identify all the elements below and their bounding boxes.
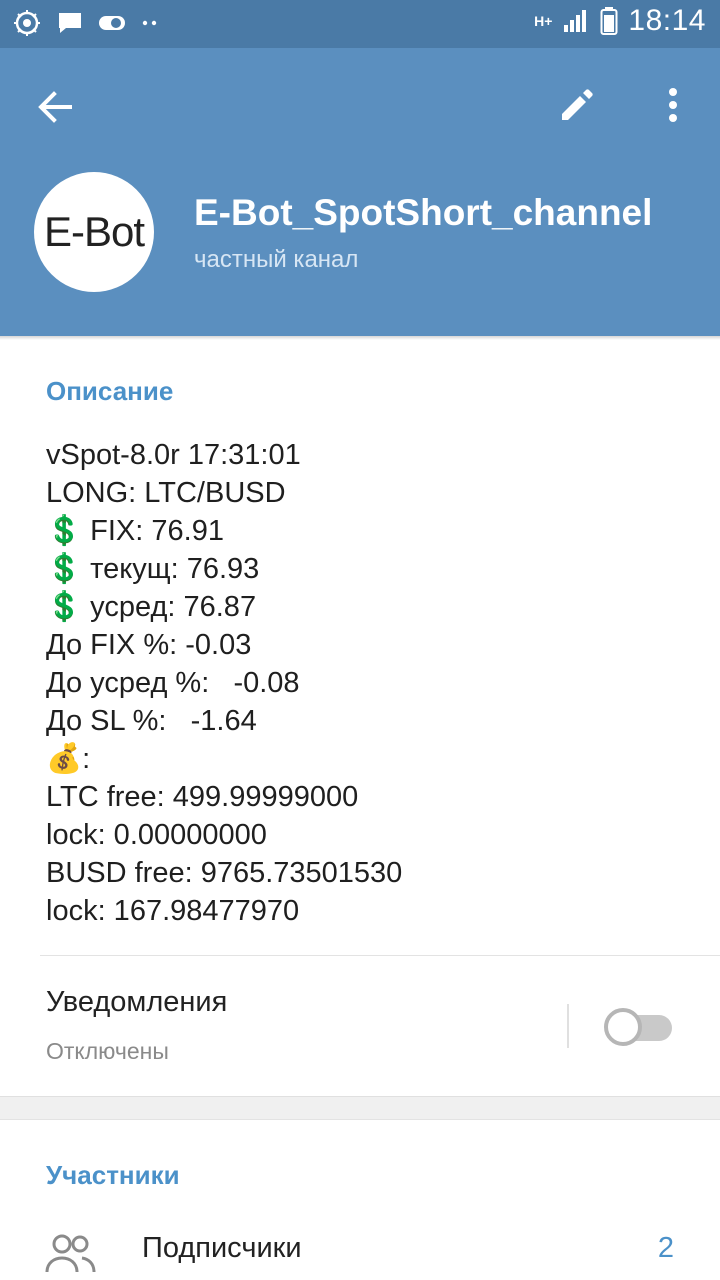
- description-line: До усред %: -0.08: [46, 667, 300, 699]
- more-options-button[interactable]: [648, 80, 698, 130]
- channel-type: частный канал: [194, 246, 359, 273]
- divider: [40, 955, 720, 956]
- vertical-separator: [567, 1004, 569, 1048]
- edit-button[interactable]: [552, 80, 602, 130]
- more-notifications-icon: [142, 20, 157, 26]
- clock: 18:14: [628, 4, 706, 37]
- group-icon: [45, 1234, 96, 1273]
- section-gap: [0, 1096, 720, 1120]
- description-line: lock: 0.00000000: [46, 819, 267, 851]
- header-shadow: [0, 336, 720, 340]
- description-line: До FIX %: -0.03: [46, 629, 252, 661]
- description-line: 💲 текущ: 76.93: [46, 553, 260, 585]
- app-notification-icon: [14, 10, 40, 36]
- description-line: 💰:: [46, 743, 91, 775]
- channel-avatar[interactable]: E-Bot: [34, 172, 154, 292]
- description-line: LTC free: 499.99999000: [46, 781, 359, 813]
- description-line: До SL %: -1.64: [46, 705, 257, 737]
- battery-icon: [600, 7, 618, 35]
- description-line: vSpot-8.0r 17:31:01: [46, 439, 301, 471]
- members-section-title: Участники: [46, 1160, 180, 1190]
- message-icon: [59, 13, 81, 33]
- signal-icon: [564, 10, 587, 32]
- description-section-title: Описание: [46, 376, 174, 406]
- channel-title: E-Bot_SpotShort_channel: [194, 192, 653, 233]
- notifications-status: Отключены: [46, 1038, 169, 1064]
- subscribers-label: Подписчики: [142, 1232, 302, 1264]
- channel-header: E-Bot E-Bot_SpotShort_channel частный ка…: [0, 48, 720, 336]
- subscribers-count: 2: [657, 1232, 674, 1264]
- avatar-logo-text: E-Bot: [43, 208, 145, 255]
- description-line: 💲 усред: 76.87: [46, 591, 257, 623]
- more-vert-icon: [669, 88, 677, 122]
- toggle-knob: [604, 1008, 642, 1046]
- description-line: BUSD free: 9765.73501530: [46, 857, 403, 889]
- notifications-label[interactable]: Уведомления: [46, 986, 227, 1019]
- status-right-icons: H+ 18:14: [534, 4, 706, 38]
- description-line: 💲 FIX: 76.91: [46, 515, 224, 547]
- description-line: LONG: LTC/BUSD: [46, 477, 286, 509]
- back-button[interactable]: [30, 82, 80, 132]
- description-text[interactable]: vSpot-8.0r 17:31:01 LONG: LTC/BUSD 💲 FIX…: [46, 436, 686, 930]
- toggle-icon: [99, 16, 125, 30]
- network-type: H+: [534, 13, 553, 29]
- status-bar: H+ 18:14: [0, 0, 720, 48]
- back-arrow-icon: [38, 91, 72, 123]
- notifications-toggle[interactable]: [604, 1008, 672, 1046]
- description-line: lock: 167.98477970: [46, 895, 300, 927]
- status-left-icons: [12, 8, 160, 38]
- edit-pencil-icon: [562, 89, 593, 120]
- subscribers-row[interactable]: Подписчики 2: [0, 1222, 720, 1278]
